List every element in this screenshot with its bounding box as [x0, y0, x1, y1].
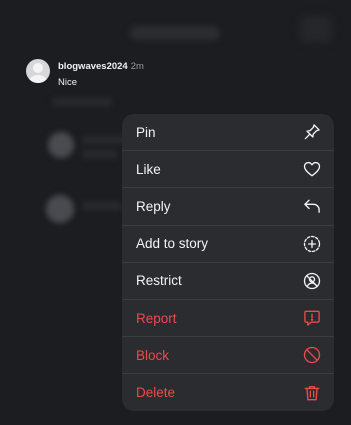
- restrict-icon: [302, 271, 322, 291]
- menu-item-pin[interactable]: Pin: [122, 114, 334, 152]
- menu-item-add-to-story[interactable]: Add to story: [122, 226, 334, 263]
- comment-context-menu: Pin Like Reply Add to story Restrict Rep…: [122, 114, 334, 411]
- reply-arrow-icon: [302, 196, 322, 216]
- menu-item-report[interactable]: Report: [122, 300, 334, 338]
- blurred-avatar: [48, 132, 74, 158]
- blurred-comment-line: [82, 150, 118, 158]
- screen: blogwaves2024 2m Nice Pin Like Reply Add…: [0, 0, 351, 425]
- comment-time: 2m: [130, 61, 144, 72]
- menu-item-like[interactable]: Like: [122, 151, 334, 189]
- blurred-comment-line: [82, 136, 126, 144]
- highlighted-comment: blogwaves2024 2m Nice: [26, 58, 144, 90]
- menu-item-label: Reply: [136, 198, 171, 214]
- menu-item-label: Report: [136, 310, 177, 326]
- blurred-header-button: [300, 16, 332, 42]
- menu-item-reply[interactable]: Reply: [122, 188, 334, 226]
- menu-item-restrict[interactable]: Restrict: [122, 263, 334, 300]
- comment-text: Nice: [58, 77, 78, 88]
- blurred-header-title: [130, 26, 220, 40]
- blurred-comment-line: [82, 202, 122, 210]
- block-icon: [302, 345, 322, 365]
- comment-username[interactable]: blogwaves2024: [58, 61, 128, 72]
- report-icon: [302, 308, 322, 328]
- blurred-comment-meta: [52, 98, 112, 106]
- heart-icon: [302, 159, 322, 179]
- menu-item-label: Restrict: [136, 273, 182, 289]
- menu-item-label: Pin: [136, 124, 156, 140]
- menu-item-block[interactable]: Block: [122, 337, 334, 375]
- menu-item-label: Block: [136, 347, 170, 363]
- menu-item-delete[interactable]: Delete: [122, 374, 334, 411]
- menu-item-label: Delete: [136, 385, 176, 401]
- blurred-avatar: [46, 195, 74, 223]
- menu-item-label: Like: [136, 161, 161, 177]
- trash-icon: [302, 383, 322, 403]
- add-circle-icon: [302, 234, 322, 254]
- pin-icon: [302, 122, 322, 142]
- avatar: [26, 59, 50, 83]
- menu-item-label: Add to story: [136, 236, 209, 252]
